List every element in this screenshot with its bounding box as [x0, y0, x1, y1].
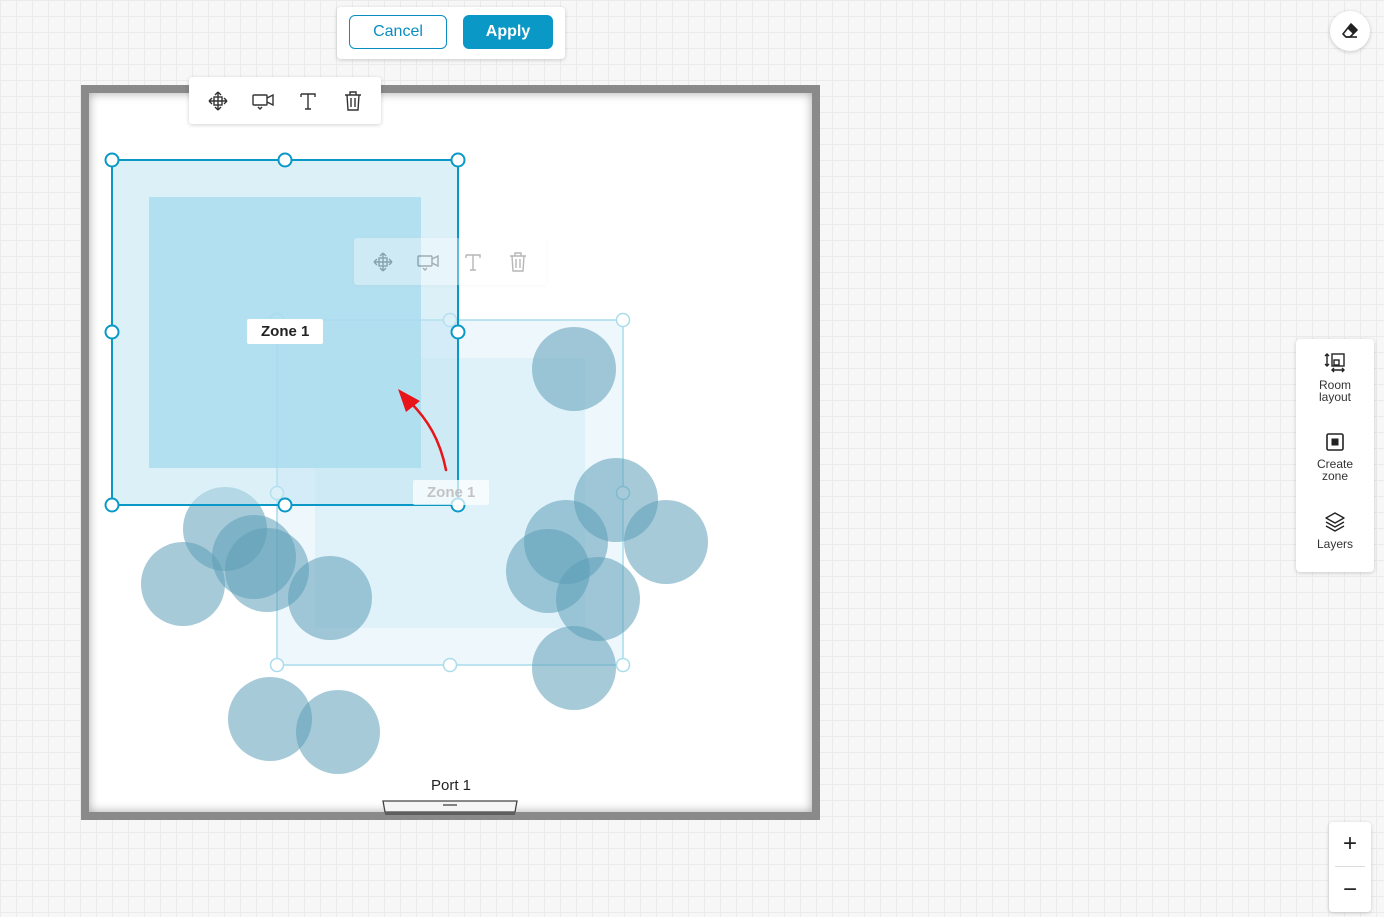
room-layout-icon [1324, 353, 1345, 373]
port-label: Port 1 [431, 777, 472, 794]
text-icon [458, 247, 488, 277]
zone-toolbar [189, 77, 381, 124]
person-marker [532, 626, 616, 710]
zone-toolbar-ghost [354, 238, 546, 285]
trash-icon [503, 247, 533, 277]
create-zone-button[interactable]: Create zone [1296, 430, 1374, 482]
person-marker [624, 500, 708, 584]
resize-handle [104, 497, 120, 513]
camera-icon [413, 247, 443, 277]
resize-handle [450, 324, 466, 340]
layers-icon [1325, 512, 1345, 532]
create-zone-label: Create zone [1316, 457, 1354, 483]
text-icon[interactable] [293, 86, 323, 116]
edit-action-bar: Cancel Apply [337, 7, 565, 59]
ghost-handle [269, 657, 285, 673]
ghost-handle [615, 657, 631, 673]
move-icon [368, 247, 398, 277]
person-marker [288, 556, 372, 640]
camera-icon[interactable] [248, 86, 278, 116]
zoom-divider [1335, 866, 1365, 867]
move-icon[interactable] [203, 86, 233, 116]
ghost-handle [442, 657, 458, 673]
resize-handle [104, 152, 120, 168]
zoom-controls: + − [1329, 822, 1371, 912]
eraser-icon [1342, 23, 1358, 38]
create-zone-icon [1326, 433, 1344, 451]
room-layout-button[interactable]: Room layout [1296, 351, 1374, 403]
tools-panel: Room layout Create zone Layers [1296, 339, 1374, 572]
room-layout-label: Room layout [1318, 378, 1352, 404]
layers-button[interactable]: Layers [1296, 510, 1374, 550]
apply-button[interactable]: Apply [463, 15, 553, 49]
person-marker [532, 327, 616, 411]
trash-icon[interactable] [338, 86, 368, 116]
ghost-handle [615, 312, 631, 328]
zoom-in-button[interactable]: + [1329, 822, 1371, 866]
zone-label[interactable]: Zone 1 [247, 319, 324, 344]
cancel-button[interactable]: Cancel [349, 15, 447, 49]
zone-label-ghost: Zone 1 [413, 480, 490, 505]
person-marker [296, 690, 380, 774]
resize-handle [104, 324, 120, 340]
layers-label: Layers [1316, 537, 1354, 551]
resize-handle [277, 152, 293, 168]
zoom-out-button[interactable]: − [1329, 868, 1371, 912]
port-device[interactable] [382, 800, 518, 815]
person-marker [141, 542, 225, 626]
resize-handle [277, 497, 293, 513]
resize-handle [450, 152, 466, 168]
eraser-button[interactable] [1330, 11, 1370, 51]
